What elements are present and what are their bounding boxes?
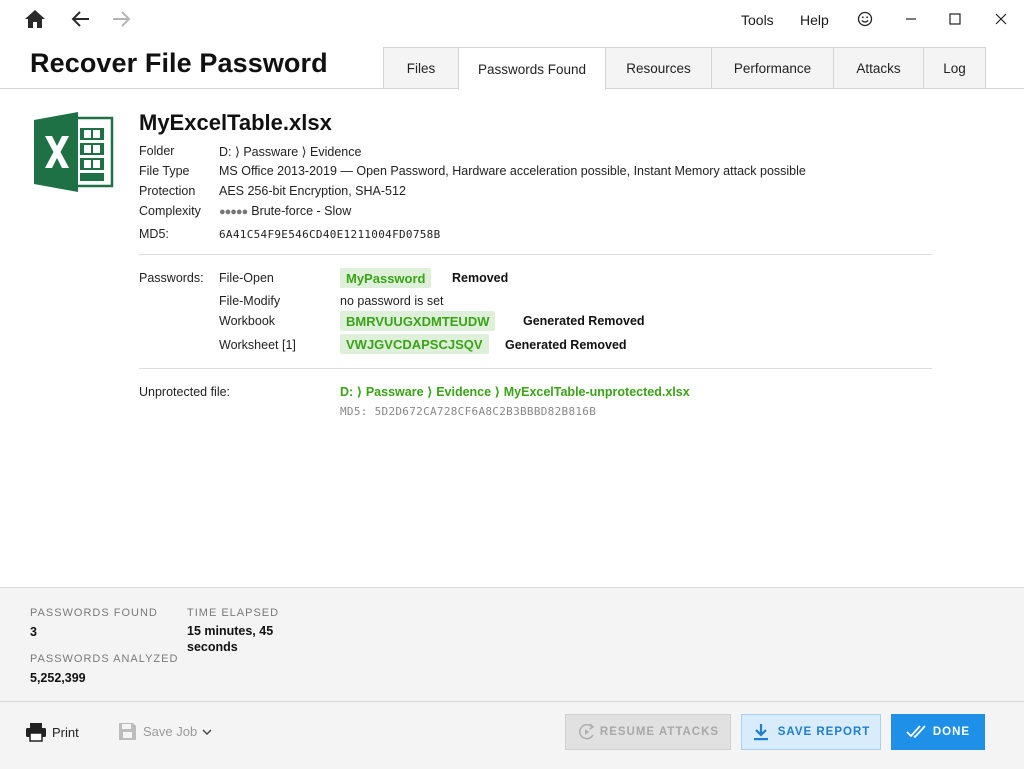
divider [139,254,932,255]
save-report-button[interactable]: SAVE REPORT [741,714,881,750]
save-job-label: Save Job [143,724,198,739]
menu-help[interactable]: Help [800,12,829,28]
tab-attacks[interactable]: Attacks [833,47,924,89]
done-button[interactable]: DONE [891,714,985,750]
password-status: Generated Removed [505,338,627,352]
time-elapsed-label: TIME ELAPSED [187,607,280,619]
password-value[interactable]: VWJGVCDAPSCJSQV [340,334,489,354]
password-value[interactable]: MyPassword [340,268,432,288]
arrow-left-icon[interactable] [68,6,94,32]
complexity-value: ●●●●● Brute-force - Slow [219,204,351,218]
save-disk-icon [119,723,136,740]
password-row-name: File-Open [219,271,274,285]
tab-resources[interactable]: Resources [605,47,712,89]
resume-attacks-button[interactable]: RESUME ATTACKS [565,714,731,750]
passwords-found-value: 3 [30,625,37,639]
chevron-down-icon[interactable] [202,728,212,736]
password-status: Generated Removed [523,314,645,328]
md5-label: MD5: [139,227,169,241]
print-label: Print [52,724,79,740]
unprotected-file-link[interactable]: D: ⟩ Passware ⟩ Evidence ⟩ MyExcelTable-… [340,384,690,399]
save-report-label: SAVE REPORT [777,726,871,738]
passwords-found-label: PASSWORDS FOUND [30,607,158,619]
password-status: Removed [452,271,509,285]
passwords-label: Passwords: [139,271,204,285]
smiley-icon[interactable] [854,8,876,30]
complexity-dots: ●●●●● [219,206,248,218]
stats-panel [0,587,1024,701]
tab-bar: Files Passwords Found Resources Performa… [383,47,986,90]
password-value: no password is set [340,294,444,308]
passwords-analyzed-label: PASSWORDS ANALYZED [30,653,179,665]
time-elapsed-value: 15 minutes, 45 [187,624,274,638]
file-type-value: MS Office 2013-2019 — Open Password, Har… [219,164,806,178]
app-title: Recover File Password [30,48,328,78]
tab-log[interactable]: Log [923,47,986,89]
download-icon [753,724,768,741]
arrow-right-icon[interactable] [108,6,134,32]
minimize-icon[interactable] [900,8,922,30]
file-name: MyExcelTable.xlsx [139,110,332,135]
protection-value: AES 256-bit Encryption, SHA-512 [219,184,406,198]
complexity-text: Brute-force - Slow [251,204,352,218]
divider [139,368,932,369]
printer-icon [26,723,46,742]
complexity-label: Complexity [139,204,201,218]
password-row-name: Worksheet [1] [219,338,296,352]
time-elapsed-value-cont: seconds [187,640,238,654]
md5-value[interactable]: 6A41C54F9E546CD40E1211004FD0758B [219,228,441,241]
menu-tools[interactable]: Tools [741,12,774,28]
tab-passwords-found[interactable]: Passwords Found [458,47,606,90]
maximize-icon[interactable] [944,8,966,30]
protection-label: Protection [139,184,196,198]
double-check-icon [906,725,926,739]
file-type-label: File Type [139,164,190,178]
print-button[interactable]: Print [25,722,79,742]
folder-label: Folder [139,144,175,158]
tab-files[interactable]: Files [383,47,459,89]
close-icon[interactable] [990,8,1012,30]
unprotected-md5: MD5: 5D2D672CA728CF6A8C2B3BBBD82B816B [340,405,597,418]
tab-performance[interactable]: Performance [711,47,834,89]
passwords-analyzed-value: 5,252,399 [30,671,86,685]
done-label: DONE [932,726,971,738]
resume-icon [578,723,595,740]
password-row-name: File-Modify [219,294,281,308]
password-row-name: Workbook [219,314,276,328]
save-job-button[interactable]: Save Job [118,722,212,741]
excel-file-icon [34,112,116,192]
top-bar: Tools Help [0,0,1024,38]
password-value[interactable]: BMRVUUGXDMTEUDW [340,311,496,331]
folder-value: D: ⟩ Passware ⟩ Evidence [219,145,362,159]
home-icon[interactable] [22,6,48,32]
unprotected-label: Unprotected file: [139,385,231,399]
resume-attacks-label: RESUME ATTACKS [599,726,720,738]
